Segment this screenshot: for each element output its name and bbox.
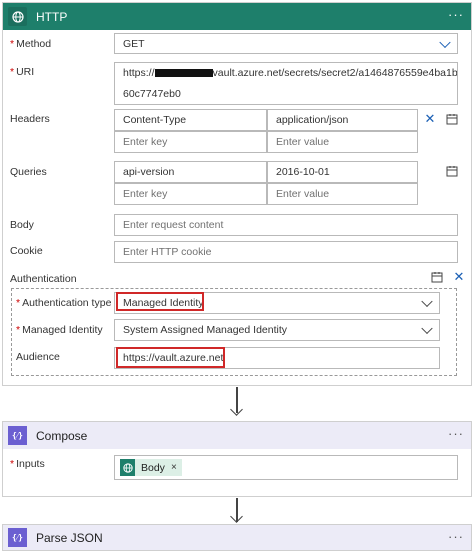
uri-label: * URI — [10, 66, 35, 78]
calendar-icon[interactable] — [445, 112, 459, 126]
method-dropdown[interactable]: GET — [114, 33, 458, 54]
more-options-icon[interactable]: ··· — [448, 427, 464, 440]
http-card-title: HTTP — [36, 9, 68, 24]
query-key-input[interactable]: api-version — [114, 161, 267, 183]
chevron-down-icon — [421, 322, 433, 335]
authentication-type-label: * Authentication type — [16, 297, 112, 309]
calendar-icon[interactable] — [445, 164, 459, 178]
close-icon[interactable]: ✕ — [452, 269, 466, 284]
redacted-text — [154, 68, 213, 77]
globe-icon — [8, 7, 27, 26]
arrow-down-icon — [230, 510, 243, 523]
braces-icon: {⁄} — [8, 528, 27, 547]
calendar-icon[interactable] — [430, 270, 444, 284]
header-value-input[interactable]: application/json — [267, 109, 418, 131]
uri-value-line1: vault.azure.net/secrets/secret2/a1464876… — [212, 66, 458, 79]
highlight-box — [116, 347, 225, 368]
inputs-label: * Inputs — [10, 458, 45, 470]
cookie-label: Cookie — [10, 245, 43, 257]
queries-label: Queries — [10, 166, 47, 178]
header-key-placeholder[interactable]: Enter key — [114, 131, 267, 153]
body-token[interactable]: Body × — [120, 459, 182, 476]
uri-input[interactable]: https:// vault.azure.net/secrets/secret2/… — [114, 62, 458, 105]
query-key-placeholder[interactable]: Enter key — [114, 183, 267, 205]
parse-json-card-title: Parse JSON — [36, 530, 103, 545]
http-card-header[interactable]: HTTP ··· — [3, 3, 471, 30]
globe-icon — [120, 459, 135, 476]
audience-label: Audience — [16, 351, 60, 363]
uri-prefix: https:// — [123, 66, 155, 79]
method-value: GET — [123, 37, 145, 50]
compose-card-title: Compose — [36, 428, 88, 443]
arrow-down-icon — [230, 403, 243, 416]
cookie-input[interactable]: Enter HTTP cookie — [114, 241, 458, 263]
body-label: Body — [10, 219, 34, 231]
method-label: * Method — [10, 38, 52, 50]
query-value-placeholder[interactable]: Enter value — [267, 183, 418, 205]
braces-icon: {⁄} — [8, 426, 27, 445]
highlight-box — [116, 292, 204, 311]
managed-identity-dropdown[interactable]: System Assigned Managed Identity — [114, 319, 440, 341]
compose-card-header[interactable]: {⁄} Compose ··· — [3, 422, 471, 449]
header-key-input[interactable]: Content-Type — [114, 109, 267, 131]
uri-value-line2: 60c7747eb0 — [123, 87, 181, 100]
authentication-label: Authentication — [10, 273, 77, 285]
parse-json-action-card: {⁄} Parse JSON ··· — [2, 524, 472, 551]
managed-identity-label: * Managed Identity — [16, 324, 103, 336]
more-options-icon[interactable]: ··· — [448, 530, 464, 543]
query-value-input[interactable]: 2016-10-01 — [267, 161, 418, 183]
chevron-down-icon — [421, 295, 433, 308]
headers-label: Headers — [10, 113, 50, 125]
managed-identity-value: System Assigned Managed Identity — [123, 324, 288, 336]
close-icon[interactable]: ✕ — [423, 111, 437, 126]
remove-token-icon[interactable]: × — [171, 462, 177, 473]
header-value-placeholder[interactable]: Enter value — [267, 131, 418, 153]
more-options-icon[interactable]: ··· — [448, 8, 464, 21]
parse-json-card-header[interactable]: {⁄} Parse JSON ··· — [3, 525, 471, 550]
body-token-label: Body — [141, 461, 165, 474]
body-input[interactable]: Enter request content — [114, 214, 458, 236]
chevron-down-icon — [439, 36, 451, 48]
